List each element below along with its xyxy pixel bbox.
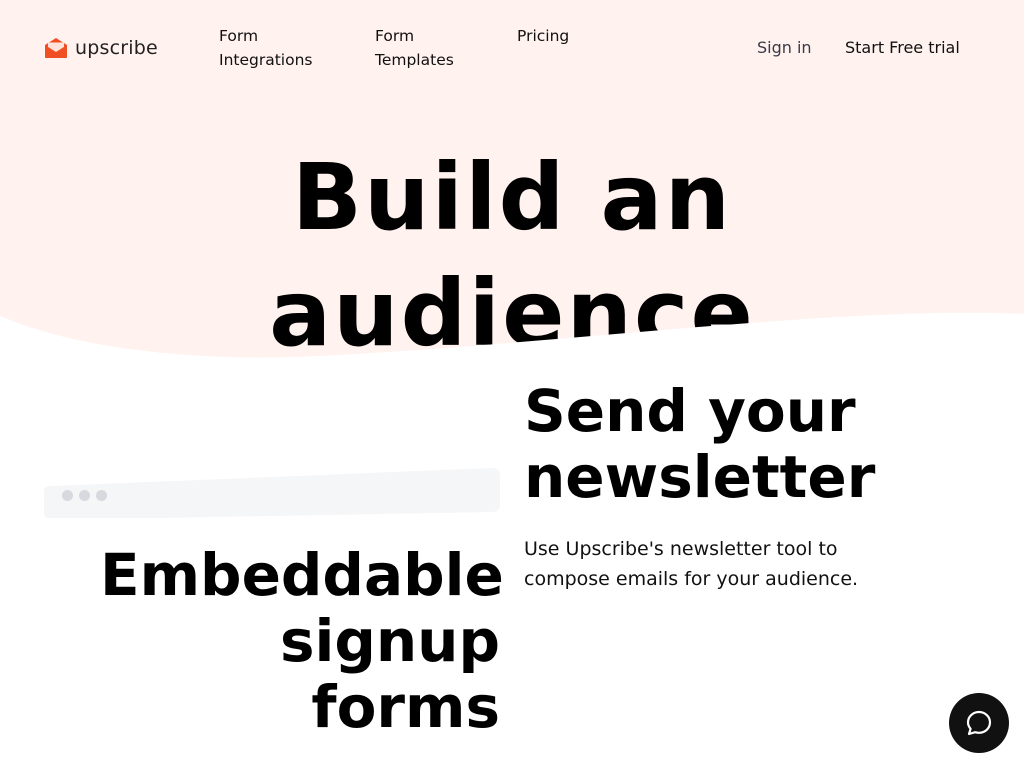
nav-link-label: Pricing xyxy=(517,27,570,45)
brand-logo[interactable]: upscribe xyxy=(44,36,158,60)
window-dot-icon xyxy=(96,490,107,501)
embeddable-forms-heading-line: signup xyxy=(279,607,500,675)
top-navigation: upscribe Form Integrations Form Template… xyxy=(0,0,1024,96)
send-newsletter-heading-line: newsletter xyxy=(524,443,876,511)
chat-launcher-button[interactable] xyxy=(949,693,1009,753)
nav-link-pricing[interactable]: Pricing xyxy=(517,24,569,48)
embeddable-forms-heading-line: forms xyxy=(311,673,500,741)
brand-name: upscribe xyxy=(75,37,158,59)
send-newsletter-heading: Send your newsletter xyxy=(524,378,1004,510)
nav-link-label: Form xyxy=(375,27,415,45)
nav-link-label: Templates xyxy=(375,51,454,69)
window-dot-icon xyxy=(79,490,90,501)
chat-bubble-icon xyxy=(966,710,992,736)
embeddable-forms-heading-line: Embeddable xyxy=(100,541,504,609)
embeddable-forms-heading: Embeddable signup forms xyxy=(100,541,504,741)
nav-link-label: Form xyxy=(219,27,259,45)
envelope-logo-icon xyxy=(45,38,67,58)
nav-link-label: Integrations xyxy=(219,51,313,69)
start-free-trial-link[interactable]: Start Free trial xyxy=(845,36,960,60)
nav-link-form-templates[interactable]: Form Templates xyxy=(375,24,454,72)
send-newsletter-heading-line: Send your xyxy=(524,377,856,445)
window-dot-icon xyxy=(62,490,73,501)
sign-in-link[interactable]: Sign in xyxy=(757,36,812,60)
browser-window-bar xyxy=(44,468,500,518)
nav-link-form-integrations[interactable]: Form Integrations xyxy=(219,24,312,72)
send-newsletter-description: Use Upscribe's newsletter tool to compos… xyxy=(524,538,859,590)
